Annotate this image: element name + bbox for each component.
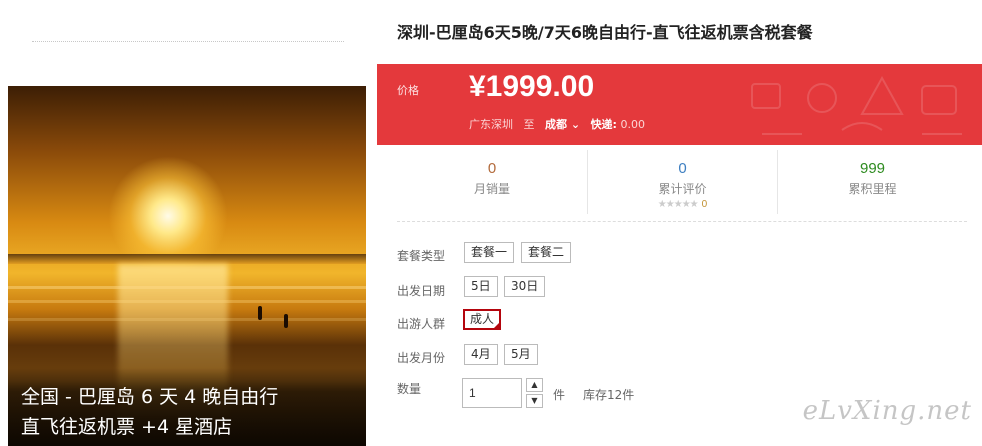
quantity-unit: 件 <box>553 388 566 402</box>
option-label-departure-month: 出发月份 <box>397 351 446 365</box>
price-value: ¥1999.00 <box>469 70 595 103</box>
stat-monthly-sales: 0 月销量 <box>397 150 587 214</box>
price-band: 价格 ¥1999.00 广东深圳 至 成都 ⌄ 快递: 0.00 <box>377 64 982 145</box>
decorative-pattern <box>751 75 962 135</box>
option-label-quantity: 数量 <box>397 382 422 396</box>
quantity-input[interactable] <box>462 378 522 408</box>
option-traveler-adult[interactable]: 成人 <box>463 309 502 330</box>
ship-destination: 成都 <box>545 118 567 131</box>
ship-origin: 广东深圳 <box>469 118 513 131</box>
stat-reviews[interactable]: 0 累计评价 ★★★★★ 0 <box>587 150 777 214</box>
product-title: 深圳-巴厘岛6天5晚/7天6晚自由行-直飞往返机票含税套餐 <box>397 23 813 42</box>
stats-bar: 0 月销量 0 累计评价 ★★★★★ 0 999 累积里程 <box>397 150 967 222</box>
stat-label: 累计评价 <box>658 182 707 196</box>
stat-label: 月销量 <box>473 182 510 196</box>
wave <box>8 318 366 321</box>
stock-count: 库存12件 <box>583 388 635 402</box>
option-month-5[interactable]: 5月 <box>504 344 538 365</box>
review-count: 0 <box>701 199 708 210</box>
chevron-down-icon: ⌄ <box>570 118 581 131</box>
watermark: eLvXing.net <box>802 396 972 426</box>
caption-line-2: 直飞往返机票 +4 星酒店 <box>21 416 233 438</box>
option-label-departure-date: 出发日期 <box>397 284 446 298</box>
quantity-increase-button[interactable]: ▲ <box>526 378 543 392</box>
image-caption: 全国 - 巴厘岛 6 天 4 晚自由行 直飞往返机票 +4 星酒店 <box>8 368 366 446</box>
option-package-2[interactable]: 套餐二 <box>521 242 572 263</box>
chevron-down-icon: ▼ <box>531 396 538 405</box>
wave <box>8 300 366 303</box>
option-label-traveler: 出游人群 <box>397 317 446 331</box>
caption-line-1: 全国 - 巴厘岛 6 天 4 晚自由行 <box>21 386 279 408</box>
stat-mileage: 999 累积里程 <box>777 150 967 214</box>
stat-value: 0 <box>678 160 687 177</box>
stat-label: 累积里程 <box>848 182 897 196</box>
express-fee: 0.00 <box>620 118 645 131</box>
shipping-info: 广东深圳 至 成都 ⌄ 快递: 0.00 <box>469 116 645 132</box>
quantity-decrease-button[interactable]: ▼ <box>526 394 543 408</box>
star-icons: ★★★★★ <box>657 199 699 210</box>
rating-stars: ★★★★★ 0 <box>588 199 777 210</box>
wave <box>8 286 366 289</box>
chevron-up-icon: ▲ <box>531 380 538 389</box>
horizon <box>8 254 366 264</box>
stat-value: 0 <box>487 160 497 177</box>
ship-to-label: 至 <box>523 118 535 131</box>
option-month-4[interactable]: 4月 <box>464 344 498 365</box>
option-date-30[interactable]: 30日 <box>504 276 546 297</box>
stat-value: 999 <box>859 160 886 177</box>
ship-destination-select[interactable]: 成都 ⌄ <box>545 118 580 131</box>
price-label: 价格 <box>397 84 419 97</box>
person-silhouette <box>258 306 262 320</box>
express-label: 快递: <box>590 118 617 131</box>
option-date-5[interactable]: 5日 <box>464 276 498 297</box>
option-package-1[interactable]: 套餐一 <box>464 242 515 263</box>
product-page: 全国 - 巴厘岛 6 天 4 晚自由行 直飞往返机票 +4 星酒店 深圳-巴厘岛… <box>0 0 982 446</box>
person-silhouette <box>284 314 288 328</box>
product-image[interactable]: 全国 - 巴厘岛 6 天 4 晚自由行 直飞往返机票 +4 星酒店 <box>8 86 366 446</box>
divider <box>32 41 344 42</box>
option-label-package: 套餐类型 <box>397 249 446 263</box>
